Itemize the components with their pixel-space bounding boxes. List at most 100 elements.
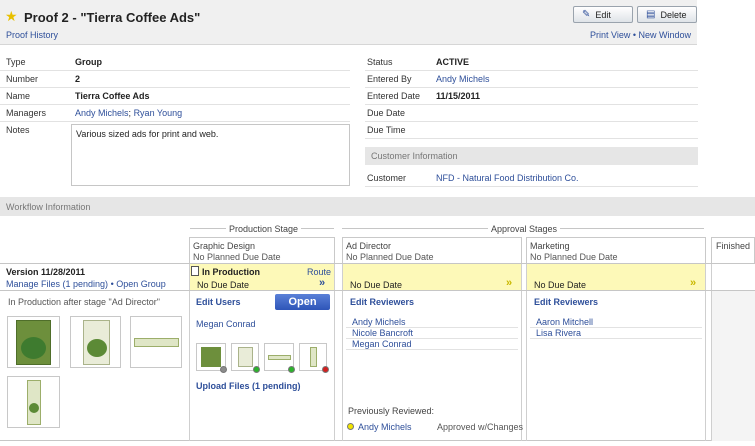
previously-reviewed-label: Previously Reviewed: <box>348 406 435 416</box>
entered-date-value: 11/15/2011 <box>436 91 481 101</box>
open-button[interactable]: Open <box>275 294 330 310</box>
star-icon[interactable]: ★ <box>5 9 18 23</box>
edit-users-link[interactable]: Edit Users <box>196 297 241 307</box>
type-value: Group <box>75 57 102 67</box>
ad-director-body <box>342 291 522 441</box>
review-status: Approved w/Changes <box>437 422 524 432</box>
approval-stages-label: Approval Stages <box>488 224 561 234</box>
delete-button[interactable]: ▤ Delete <box>637 6 697 23</box>
entered-date-label: Entered Date <box>367 91 421 101</box>
open-group-link[interactable]: Open Group <box>116 279 166 289</box>
manager-link[interactable]: Andy Michels <box>75 108 129 118</box>
double-chevron-icon[interactable]: » <box>690 277 696 289</box>
divider <box>365 70 698 71</box>
number-label: Number <box>6 74 39 84</box>
customer-info-title: Customer Information <box>371 151 458 161</box>
user-link[interactable]: Megan Conrad <box>196 319 256 329</box>
number-value: 2 <box>75 74 81 84</box>
edit-button-label: Edit <box>595 9 611 20</box>
proof-thumbnail[interactable] <box>70 316 121 368</box>
proof-thumbnail[interactable] <box>130 316 182 368</box>
divider <box>365 138 698 139</box>
status-dot-green <box>288 366 295 373</box>
divider <box>0 87 350 88</box>
edit-icon: ✎ <box>582 9 591 20</box>
upload-files-link[interactable]: Upload Files (1 pending) <box>196 381 301 391</box>
proof-thumbnail[interactable] <box>7 316 60 368</box>
proof-thumbnail[interactable] <box>7 376 60 428</box>
status-dot-gray <box>220 366 227 373</box>
edit-button[interactable]: ✎ Edit <box>573 6 633 23</box>
production-stage-label: Production Stage <box>226 224 302 234</box>
status-dot-red <box>322 366 329 373</box>
reviewer-link[interactable]: Lisa Rivera <box>536 328 581 338</box>
delete-button-label: Delete <box>660 9 687 20</box>
finished-status <box>711 264 755 290</box>
customer-label: Customer <box>367 173 407 183</box>
reviewer-link[interactable]: Megan Conrad <box>352 339 412 349</box>
type-label: Type <box>6 57 26 67</box>
open-button-label: Open <box>288 296 317 308</box>
reviewer-link[interactable]: Aaron Mitchell <box>536 317 593 327</box>
due-time-label: Due Time <box>367 125 406 135</box>
divider <box>0 70 350 71</box>
manager-link[interactable]: Ryan Young <box>134 108 183 118</box>
status-value: ACTIVE <box>436 57 470 67</box>
marketing-body <box>526 291 706 441</box>
name-value: Tierra Coffee Ads <box>75 91 150 101</box>
stage-name: Marketing <box>530 241 570 251</box>
divider <box>0 104 350 105</box>
divider <box>365 87 698 88</box>
managers-label: Managers <box>6 108 47 118</box>
customer-link[interactable]: NFD - Natural Food Distribution Co. <box>436 173 579 183</box>
reviewer-link[interactable]: Nicole Bancroft <box>352 328 413 338</box>
stage-due: No Due Date <box>534 280 587 290</box>
divider <box>346 349 518 350</box>
entered-by-link[interactable]: Andy Michels <box>436 74 490 84</box>
entered-by-label: Entered By <box>367 74 412 84</box>
print-view-link[interactable]: Print View <box>590 30 630 40</box>
divider <box>530 338 702 339</box>
delete-icon: ▤ <box>646 9 656 20</box>
link-separator: • <box>110 279 114 289</box>
finished-body <box>711 291 755 441</box>
stage-planned-date: No Planned Due Date <box>530 252 618 262</box>
document-icon <box>191 266 199 276</box>
manager-separator: ; <box>128 108 132 118</box>
workflow-title: Workflow Information <box>6 201 91 212</box>
name-label: Name <box>6 91 31 101</box>
stage-name: Graphic Design <box>193 241 256 251</box>
stage-name: Ad Director <box>346 241 392 251</box>
stage-planned-date: No Planned Due Date <box>193 252 281 262</box>
window-links: Print View • New Window <box>590 30 691 40</box>
reviewer-link[interactable]: Andy Michels <box>358 422 412 432</box>
stage-planned-date: No Planned Due Date <box>346 252 434 262</box>
proof-history-link[interactable]: Proof History <box>6 30 58 40</box>
status-dot-green <box>253 366 260 373</box>
version-label: Version 11/28/2011 <box>6 267 86 277</box>
status-dot-yellow <box>347 423 354 430</box>
page-title: Proof 2 - "Tierra Coffee Ads" <box>24 10 201 25</box>
workflow-header: Workflow Information <box>0 197 755 216</box>
stage-name: Finished <box>716 241 751 251</box>
edit-reviewers-link[interactable]: Edit Reviewers <box>534 297 598 307</box>
divider <box>365 121 698 122</box>
managers-value: Andy Michels; Ryan Young <box>75 108 182 118</box>
reviewer-link[interactable]: Andy Michels <box>352 317 406 327</box>
notes-textarea[interactable]: Various sized ads for print and web. <box>71 124 350 186</box>
double-chevron-icon[interactable]: » <box>506 277 512 289</box>
edit-reviewers-link[interactable]: Edit Reviewers <box>350 297 414 307</box>
due-date-label: Due Date <box>367 108 406 118</box>
stage-state: In Production <box>202 267 260 277</box>
link-separator: • <box>632 30 637 40</box>
route-link[interactable]: Route <box>307 267 331 277</box>
new-window-link[interactable]: New Window <box>639 30 692 40</box>
notes-label: Notes <box>6 125 30 135</box>
stage-due: No Due Date <box>350 280 403 290</box>
divider <box>365 104 698 105</box>
customer-info-header: Customer Information <box>365 147 698 165</box>
divider <box>0 121 350 122</box>
double-chevron-icon[interactable]: » <box>319 277 325 289</box>
manage-files-link[interactable]: Manage Files (1 pending) <box>6 279 108 289</box>
notes-value: Various sized ads for print and web. <box>76 129 219 139</box>
